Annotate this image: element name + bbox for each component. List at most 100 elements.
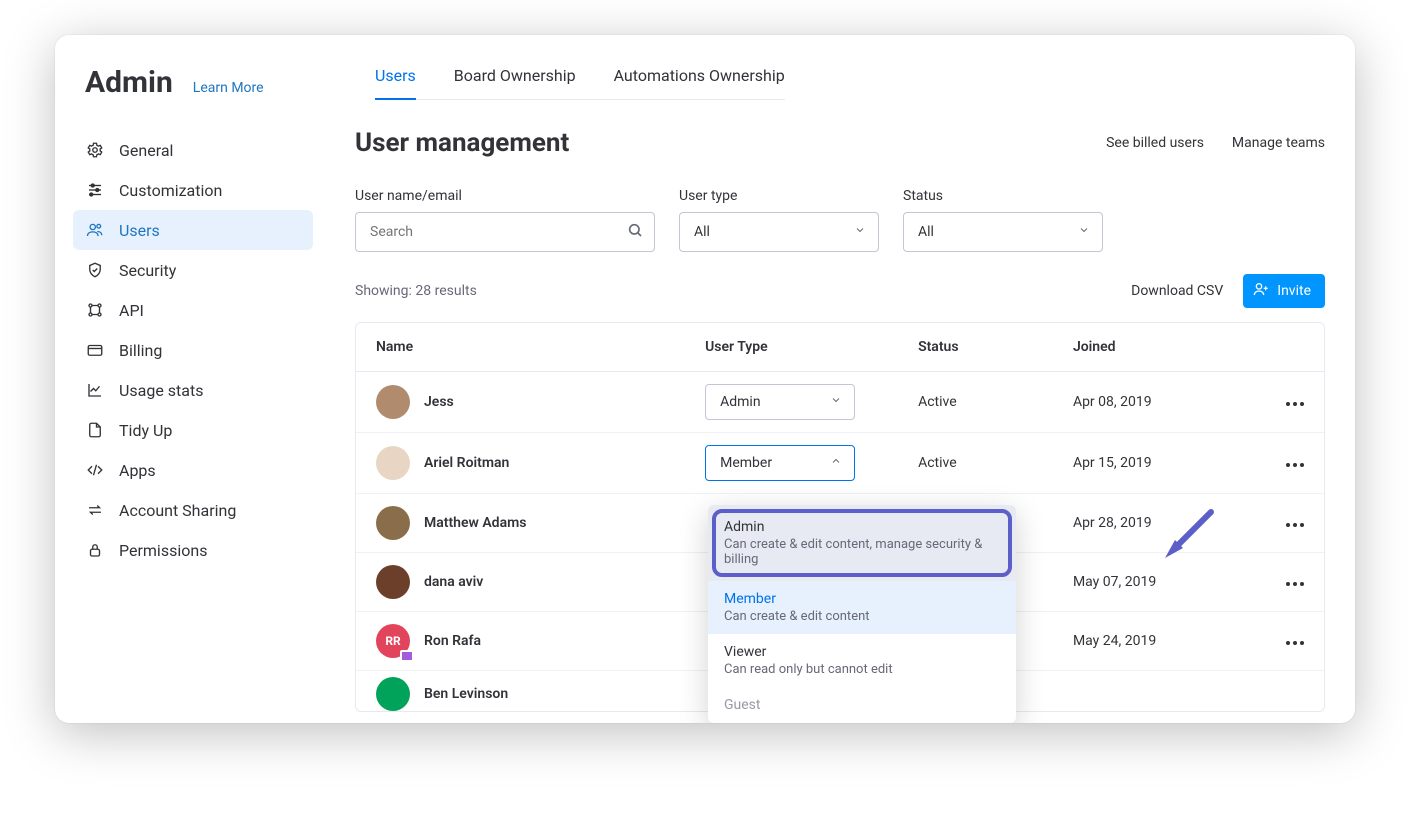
- user-type-filter-select[interactable]: All: [679, 212, 879, 252]
- dropdown-option-viewer[interactable]: ViewerCan read only but cannot edit: [708, 634, 1016, 687]
- col-header-actions: [1227, 323, 1324, 372]
- col-header-status: Status: [898, 323, 1053, 372]
- brand-block: Admin Learn More: [85, 35, 325, 100]
- dropdown-option-title: Member: [724, 591, 1000, 607]
- results-actions: Download CSV Invite: [1131, 274, 1325, 308]
- avatar: [376, 565, 410, 599]
- chevron-down-icon: [854, 224, 866, 240]
- sidebar-item-security[interactable]: Security: [73, 250, 313, 290]
- tab-board-ownership[interactable]: Board Ownership: [454, 48, 576, 99]
- sidebar-item-label: Account Sharing: [119, 501, 236, 520]
- sidebar-item-label: General: [119, 141, 173, 160]
- user-type-filter-value: All: [694, 224, 710, 240]
- row-actions-menu[interactable]: [1247, 402, 1304, 406]
- user-type-select[interactable]: Admin: [705, 384, 855, 420]
- user-type-select[interactable]: Member: [705, 445, 855, 481]
- page-title: User management: [355, 128, 569, 158]
- col-header-type: User Type: [685, 323, 898, 372]
- sliders-icon: [85, 180, 105, 200]
- sidebar-item-general[interactable]: General: [73, 130, 313, 170]
- row-actions-menu[interactable]: [1247, 523, 1304, 527]
- filter-name-label: User name/email: [355, 188, 655, 204]
- sidebar-item-usage-stats[interactable]: Usage stats: [73, 370, 313, 410]
- avatar: [376, 677, 410, 711]
- dropdown-option-desc: Can create & edit content, manage securi…: [724, 537, 1000, 567]
- dropdown-option-guest[interactable]: Guest: [708, 687, 1016, 723]
- sidebar-item-label: Usage stats: [119, 381, 203, 400]
- sidebar-item-permissions[interactable]: Permissions: [73, 530, 313, 570]
- status-filter-value: All: [918, 224, 934, 240]
- see-billed-users-link[interactable]: See billed users: [1106, 135, 1204, 151]
- sidebar-item-label: Users: [119, 221, 160, 240]
- swap-icon: [85, 500, 105, 520]
- body: General Customization Users Security API Bill…: [55, 100, 1355, 723]
- row-actions-menu[interactable]: [1247, 582, 1304, 586]
- user-type-dropdown[interactable]: AdminCan create & edit content, manage s…: [708, 505, 1016, 723]
- row-actions-menu[interactable]: [1247, 641, 1304, 645]
- sidebar-item-label: Permissions: [119, 541, 207, 560]
- users-table-wrap: Name User Type Status Joined JessAdminAc…: [355, 322, 1325, 712]
- filter-status: Status All: [903, 188, 1103, 252]
- row-actions-menu[interactable]: [1247, 463, 1304, 467]
- filter-name: User name/email: [355, 188, 655, 252]
- topbar: Admin Learn More Users Board Ownership Aut…: [55, 35, 1355, 100]
- app-window: Admin Learn More Users Board Ownership Aut…: [55, 35, 1355, 723]
- page-header: User management See billed users Manage …: [355, 128, 1325, 158]
- manage-teams-link[interactable]: Manage teams: [1232, 135, 1325, 151]
- tabs: Users Board Ownership Automations Ownershi…: [375, 48, 785, 100]
- sidebar: General Customization Users Security API Bill…: [55, 100, 325, 723]
- search-input[interactable]: [355, 212, 655, 252]
- download-csv-link[interactable]: Download CSV: [1131, 283, 1223, 299]
- tab-users[interactable]: Users: [375, 48, 416, 99]
- search-icon: [627, 222, 643, 242]
- avatar: [376, 446, 410, 480]
- user-name: Jess: [424, 394, 454, 410]
- user-name: Ben Levinson: [424, 686, 508, 702]
- user-type-value: Admin: [720, 394, 760, 410]
- status-cell: Active: [898, 433, 1053, 494]
- dropdown-option-admin[interactable]: AdminCan create & edit content, manage s…: [708, 505, 1016, 581]
- joined-cell: May 24, 2019: [1053, 612, 1227, 671]
- results-row: Showing: 28 results Download CSV Invite: [355, 274, 1325, 308]
- file-icon: [85, 420, 105, 440]
- users-icon: [85, 220, 105, 240]
- joined-cell: Apr 28, 2019: [1053, 494, 1227, 553]
- learn-more-link[interactable]: Learn More: [193, 80, 264, 96]
- dropdown-option-member[interactable]: MemberCan create & edit content: [708, 581, 1016, 634]
- joined-cell: Apr 08, 2019: [1053, 372, 1227, 433]
- filter-type: User type All: [679, 188, 879, 252]
- sidebar-item-label: Security: [119, 261, 176, 280]
- card-icon: [85, 340, 105, 360]
- tab-automations-ownership[interactable]: Automations Ownership: [614, 48, 785, 99]
- user-name: Ron Rafa: [424, 633, 481, 649]
- user-name: dana aviv: [424, 574, 483, 590]
- sidebar-item-label: Tidy Up: [119, 421, 172, 440]
- avatar: [376, 385, 410, 419]
- main: User management See billed users Manage …: [325, 100, 1355, 723]
- shield-icon: [85, 260, 105, 280]
- sidebar-item-apps[interactable]: Apps: [73, 450, 313, 490]
- status-cell: Active: [898, 372, 1053, 433]
- sidebar-item-label: Customization: [119, 181, 222, 200]
- col-header-name: Name: [356, 323, 685, 372]
- avatar-badge-icon: [400, 650, 414, 662]
- sidebar-item-customization[interactable]: Customization: [73, 170, 313, 210]
- sidebar-item-label: Billing: [119, 341, 162, 360]
- sidebar-item-account-sharing[interactable]: Account Sharing: [73, 490, 313, 530]
- sidebar-item-billing[interactable]: Billing: [73, 330, 313, 370]
- lock-icon: [85, 540, 105, 560]
- joined-cell: Apr 15, 2019: [1053, 433, 1227, 494]
- invite-label: Invite: [1277, 283, 1311, 299]
- joined-cell: [1053, 671, 1227, 712]
- status-filter-select[interactable]: All: [903, 212, 1103, 252]
- filter-type-label: User type: [679, 188, 879, 204]
- user-type-value: Member: [720, 455, 772, 471]
- invite-button[interactable]: Invite: [1243, 274, 1325, 308]
- page-actions: See billed users Manage teams: [1106, 135, 1325, 151]
- sidebar-item-tidy-up[interactable]: Tidy Up: [73, 410, 313, 450]
- sidebar-item-users[interactable]: Users: [73, 210, 313, 250]
- admin-brand: Admin: [85, 65, 173, 100]
- sidebar-item-api[interactable]: API: [73, 290, 313, 330]
- add-user-icon: [1253, 281, 1269, 301]
- code-icon: [85, 460, 105, 480]
